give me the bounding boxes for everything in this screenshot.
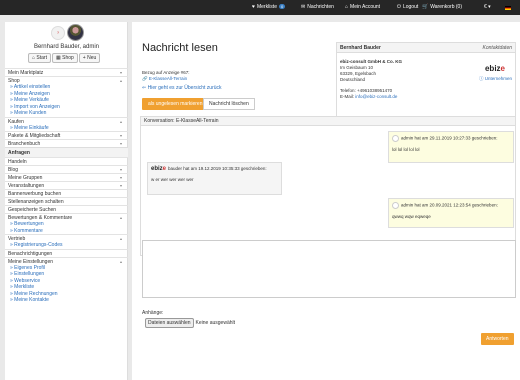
chevron-down-icon: ▾ bbox=[119, 175, 122, 180]
arrow-left-icon: ⇐ bbox=[142, 85, 147, 91]
info-icon: ⓘ bbox=[478, 76, 484, 81]
logout-link[interactable]: ⏻ Logout bbox=[397, 4, 418, 10]
contact-address: ebiz-consult GmbH & Co. KG Im Geisbaum 1… bbox=[340, 59, 403, 99]
envelope-icon: ✉ bbox=[301, 4, 306, 10]
shop-button[interactable]: ▦ Shop bbox=[51, 53, 78, 63]
message-text: w er wer wer wer wer bbox=[151, 177, 194, 182]
anzeige-reference: Bezug auf Anzeige #67: 🔗 E-KlasseAll-Ter… bbox=[142, 70, 190, 82]
chevron-down-icon: ▾ bbox=[119, 141, 122, 146]
merkliste-count-badge: 0 bbox=[278, 4, 286, 9]
top-navbar: ♥ Merkliste 0 ✉ Nachrichten ⌂ Mein Account ⏻… bbox=[0, 0, 520, 15]
merkliste-link[interactable]: ♥ Merkliste 0 bbox=[252, 4, 286, 10]
currency-selector[interactable]: € ▾ bbox=[484, 4, 491, 10]
chevron-up-icon: ▴ bbox=[119, 258, 122, 264]
main-content: Nachricht lesen Bezug auf Anzeige #67: 🔗… bbox=[132, 22, 520, 380]
power-icon: ⏻ bbox=[397, 4, 401, 10]
sidebar-item-kaufen[interactable]: Kaufen ▴ bbox=[5, 116, 128, 125]
sidebar-item-marktplatz[interactable]: Mein Marktplatz ▾ bbox=[5, 68, 128, 76]
sidebar-subitem-kontakte[interactable]: » Meine Kontakte bbox=[5, 297, 128, 304]
conversation-panel: Konversation: E-KlasseAll-Terrain admin … bbox=[140, 116, 516, 256]
plus-icon: + bbox=[82, 55, 86, 61]
company-logo[interactable]: ebize bbox=[485, 64, 505, 73]
cart-icon: 🛒 bbox=[422, 4, 429, 10]
heart-icon: ♥ bbox=[252, 4, 255, 10]
message-text: lol lol lol lol lol bbox=[392, 147, 420, 152]
nachrichten-link[interactable]: ✉ Nachrichten bbox=[301, 4, 334, 10]
sidebar-item-shop[interactable]: Shop ▴ bbox=[5, 76, 128, 84]
sidebar-item-benachrichtigungen[interactable]: Benachrichtigungen bbox=[5, 248, 128, 257]
user-avatar[interactable] bbox=[67, 24, 84, 41]
choose-files-button[interactable]: Dateien auswählen bbox=[145, 318, 194, 328]
message-bubble: ebize bauder hat am 19.12.2019 10:35:33 g… bbox=[147, 162, 282, 195]
chevron-up-icon: ▴ bbox=[119, 215, 122, 220]
shop-icon: ▦ bbox=[55, 55, 61, 61]
chevron-down-icon: ▾ bbox=[119, 183, 122, 188]
sidebar-item-branchenbuch[interactable]: Branchenbuch ▾ bbox=[5, 139, 128, 147]
start-button[interactable]: ⌂ Start bbox=[28, 53, 51, 63]
account-link[interactable]: ⌂ Mein Account bbox=[345, 4, 380, 10]
send-reply-button[interactable]: Antworten bbox=[481, 333, 514, 345]
user-icon bbox=[392, 202, 399, 209]
file-input[interactable]: Dateien auswählen Keine ausgewählt bbox=[145, 318, 235, 328]
german-flag-icon bbox=[505, 5, 511, 10]
sidebar-item-einstellungen[interactable]: Meine Einstellungen ▴ bbox=[5, 256, 128, 265]
sender-logo: ebize bbox=[151, 166, 167, 172]
avatar-group: ? bbox=[51, 24, 85, 41]
sidebar-item-veranstaltungen[interactable]: Veranstaltungen ▾ bbox=[5, 181, 128, 189]
message-bubble: admin hat am 29.11.2019 10:27:33 geschri… bbox=[388, 131, 514, 163]
attachments-label: Anhänge: bbox=[142, 310, 164, 316]
mark-unread-button[interactable]: als ungelesen markieren bbox=[142, 98, 209, 110]
page-title: Nachricht lesen bbox=[142, 42, 218, 54]
back-link[interactable]: ⇐ Hier geht es zur Übersicht zurück bbox=[142, 85, 222, 91]
chevron-up-icon: ▴ bbox=[119, 236, 122, 241]
sidebar: ? Bernhard Bauder, admin ⌂ Start ▦ Shop + … bbox=[5, 22, 128, 380]
conversation-title: Konversation: E-KlasseAll-Terrain bbox=[141, 117, 515, 126]
sidebar-item-stellenanzeigen[interactable]: Stellenanzeigen schalten bbox=[5, 197, 128, 205]
sidebar-item-handeln[interactable]: Handeln bbox=[5, 157, 128, 165]
chevron-up-icon: ▴ bbox=[119, 118, 122, 124]
sidebar-menu: Mein Marktplatz ▾ Shop ▴ » Artikel einstel… bbox=[5, 68, 128, 304]
unternehmen-link[interactable]: ⓘ Unternehmen bbox=[479, 76, 512, 82]
chevron-up-icon: ▴ bbox=[119, 78, 122, 83]
sidebar-item-pakete[interactable]: Pakete & Mitgliedschaft ▾ bbox=[5, 131, 128, 139]
new-button[interactable]: + Neu bbox=[78, 53, 101, 63]
link-icon: 🔗 bbox=[142, 76, 148, 81]
language-selector[interactable] bbox=[505, 5, 511, 11]
sidebar-item-gespeicherte-suchen[interactable]: Gespeicherte Suchen bbox=[5, 205, 128, 213]
warenkorb-link[interactable]: 🛒 Warenkorb (0) bbox=[422, 4, 462, 10]
contact-card-header: Bernhard Bauder Kontaktdaten bbox=[337, 43, 515, 53]
message-text: qwwq wqw eqweqe bbox=[392, 214, 431, 219]
chevron-down-icon: ▾ bbox=[119, 167, 122, 172]
anzeige-link[interactable]: E-KlasseAll-Terrain bbox=[149, 76, 187, 81]
chevron-down-icon: ▾ bbox=[119, 133, 122, 138]
reply-textarea[interactable] bbox=[142, 240, 516, 298]
chevron-down-icon: ▾ bbox=[119, 70, 122, 75]
sidebar-button-row: ⌂ Start ▦ Shop + Neu bbox=[28, 53, 101, 63]
file-status: Keine ausgewählt bbox=[195, 320, 236, 326]
sidebar-item-gruppen[interactable]: Meine Gruppen ▾ bbox=[5, 173, 128, 181]
sidebar-item-bewertungen[interactable]: Bewertungen & Kommentare ▴ bbox=[5, 213, 128, 221]
sidebar-item-bannerwerbung[interactable]: Bannerwerbung buchen bbox=[5, 189, 128, 197]
sidebar-username: Bernhard Bauder, admin bbox=[33, 44, 100, 50]
home-icon: ⌂ bbox=[345, 4, 349, 10]
sidebar-item-blog[interactable]: Blog ▾ bbox=[5, 165, 128, 173]
placeholder-avatar[interactable]: ? bbox=[51, 26, 65, 40]
contact-email-link[interactable]: info@ebiz-consult.de bbox=[355, 94, 397, 99]
delete-message-button[interactable]: Nachricht löschen bbox=[203, 98, 255, 110]
home-icon: ⌂ bbox=[32, 55, 36, 61]
sidebar-section-anfragen[interactable]: Anfragen bbox=[5, 147, 128, 157]
sidebar-item-vertrieb[interactable]: Vertrieb ▴ bbox=[5, 234, 128, 242]
user-icon bbox=[392, 135, 399, 142]
message-bubble: admin hat am 20.09.2021 12:23:54 geschri… bbox=[388, 198, 514, 228]
